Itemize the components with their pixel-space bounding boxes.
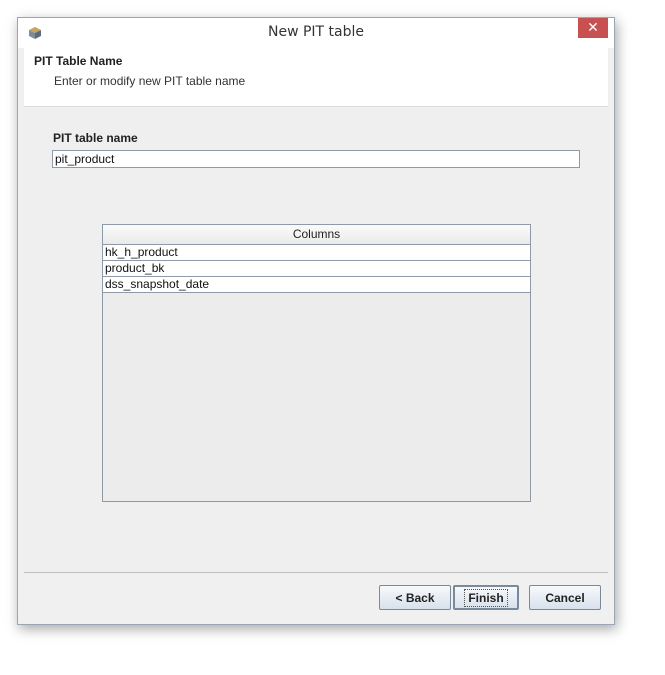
back-button-label: < Back <box>395 590 435 605</box>
dialog-window: New PIT table ✕ PIT Table Name Enter or … <box>17 17 615 625</box>
header-subtitle: Enter or modify new PIT table name <box>54 74 246 88</box>
content-panel: PIT table name Columns hk_h_product prod… <box>24 108 608 572</box>
wizard-header: PIT Table Name Enter or modify new PIT t… <box>24 48 608 107</box>
pit-table-name-input[interactable] <box>52 150 580 168</box>
cancel-button-label: Cancel <box>545 590 585 605</box>
table-row[interactable]: dss_snapshot_date <box>103 277 530 293</box>
close-button[interactable]: ✕ <box>578 18 608 38</box>
back-button[interactable]: < Back <box>379 585 451 610</box>
finish-button[interactable]: Finish <box>453 585 519 610</box>
table-row[interactable]: hk_h_product <box>103 245 530 261</box>
table-row[interactable]: product_bk <box>103 261 530 277</box>
title-bar[interactable]: New PIT table ✕ <box>18 18 614 48</box>
pit-table-name-label: PIT table name <box>53 131 138 145</box>
columns-table[interactable]: Columns hk_h_product product_bk dss_snap… <box>102 224 531 502</box>
cancel-button[interactable]: Cancel <box>529 585 601 610</box>
button-bar: < Back Finish Cancel <box>24 572 608 621</box>
close-icon: ✕ <box>587 20 599 36</box>
finish-button-label: Finish <box>464 588 508 607</box>
window-title: New PIT table <box>267 24 365 40</box>
header-title: PIT Table Name <box>34 54 123 68</box>
columns-header[interactable]: Columns <box>103 225 530 245</box>
